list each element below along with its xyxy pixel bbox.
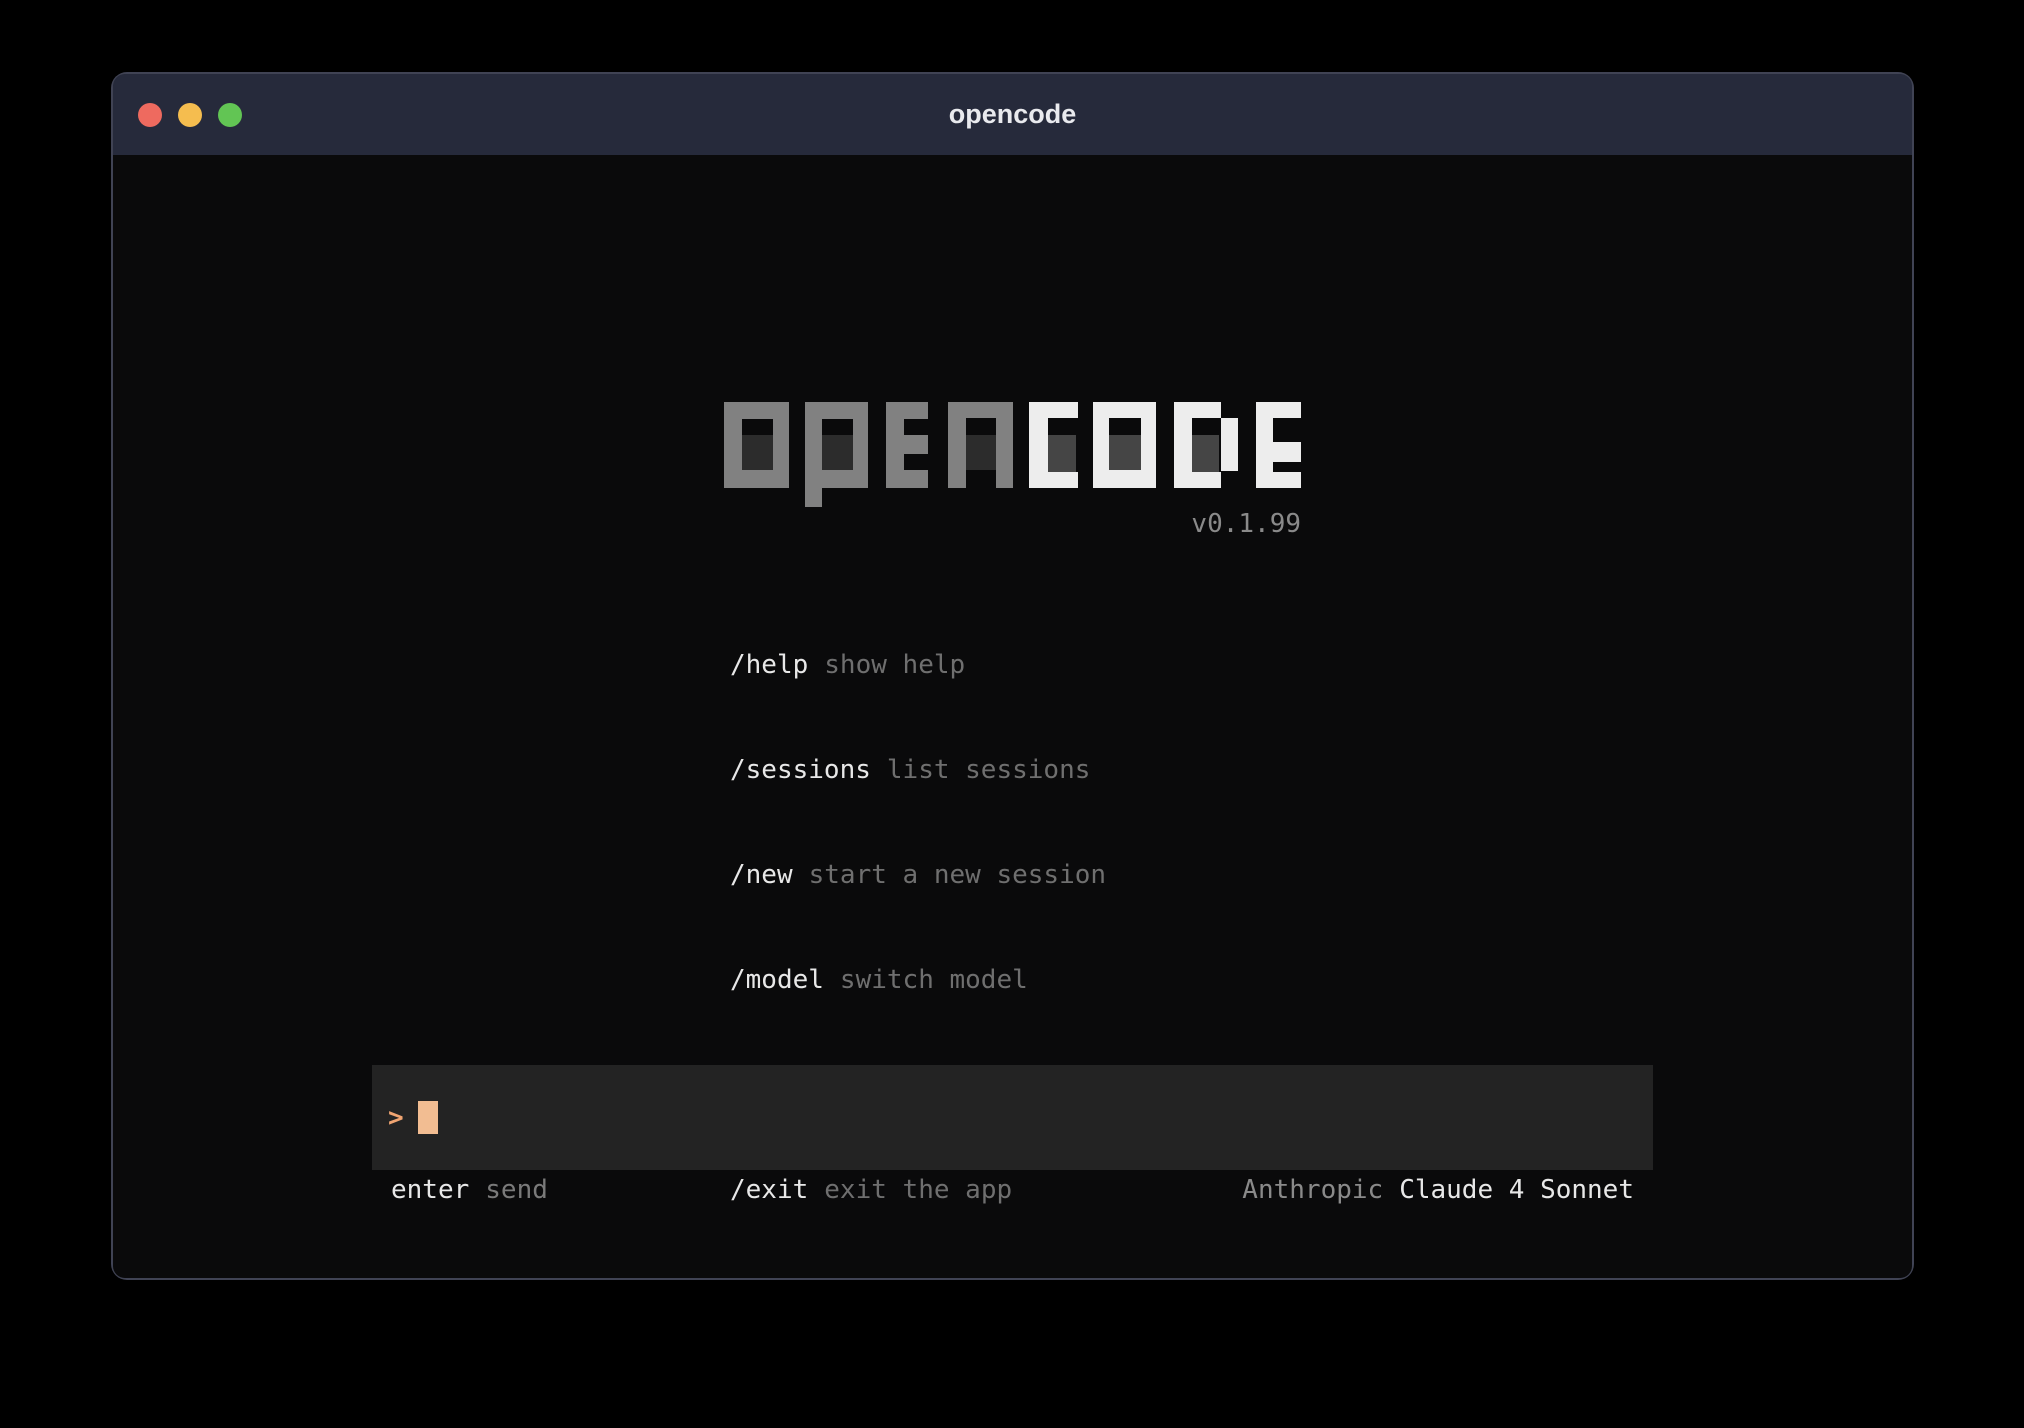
keybind-action: send: [485, 1175, 548, 1205]
prompt-input[interactable]: >: [372, 1065, 1653, 1170]
window-title: opencode: [113, 74, 1912, 155]
model-indicator[interactable]: Anthropic Claude 4 Sonnet: [1242, 1177, 1634, 1203]
command-name: /help: [730, 650, 808, 680]
keybind-key: enter: [391, 1175, 469, 1205]
text-cursor: [418, 1101, 438, 1134]
titlebar[interactable]: opencode: [113, 74, 1912, 155]
command-name: /model: [730, 965, 824, 995]
command-description: list sessions: [887, 755, 1091, 785]
command-row-model: /model switch model: [730, 963, 1106, 998]
command-list: /help show help /sessions list sessions /n…: [730, 578, 1106, 1278]
prompt-symbol: >: [388, 1103, 404, 1133]
status-bar: enter send Anthropic Claude 4 Sonnet: [372, 1177, 1653, 1203]
command-row-new: /new start a new session: [730, 858, 1106, 893]
opencode-window: opencode: [113, 74, 1912, 1278]
desktop: opencode: [0, 0, 2024, 1428]
logo-block: v0.1.99: [724, 402, 1301, 537]
command-description: show help: [824, 650, 965, 680]
version-label: v0.1.99: [724, 511, 1301, 537]
command-description: switch model: [840, 965, 1028, 995]
command-name: /new: [730, 860, 793, 890]
command-row-sessions: /sessions list sessions: [730, 753, 1106, 788]
opencode-logo-icon: [724, 402, 1301, 507]
command-name: /sessions: [730, 755, 871, 785]
terminal-body: v0.1.99 /help show help /sessions list ses…: [113, 155, 1912, 1278]
model-label: Claude 4 Sonnet: [1399, 1175, 1634, 1205]
command-description: start a new session: [809, 860, 1106, 890]
keybind-hint: enter send: [391, 1177, 548, 1203]
command-row-help: /help show help: [730, 648, 1106, 683]
provider-label: Anthropic: [1242, 1175, 1383, 1205]
